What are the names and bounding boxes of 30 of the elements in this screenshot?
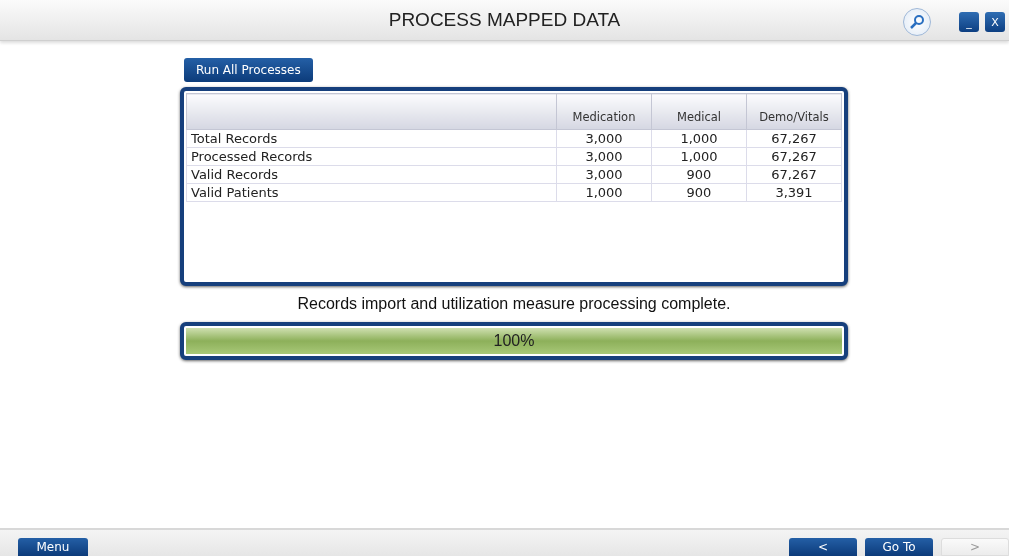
nav-button[interactable]: <	[789, 538, 857, 556]
table-cell: 67,267	[746, 165, 842, 184]
table-cell: 1,000	[651, 147, 747, 166]
status-message: Records import and utilization measure processing complete.	[296, 295, 732, 313]
row-label: Valid Records	[186, 165, 557, 184]
progress-reading: 100%	[493, 332, 535, 350]
menu-button[interactable]: Menu	[18, 538, 88, 556]
search-button[interactable]	[903, 8, 931, 36]
table-cell: 3,000	[556, 129, 652, 148]
table-cell: 1,000	[651, 129, 747, 148]
window-title: PROCESS MAPPED DATA	[388, 9, 621, 31]
minimize-button[interactable]: _	[959, 12, 979, 32]
run-all-button[interactable]: Run All Processes	[184, 58, 313, 82]
row-label: Valid Patients	[186, 183, 557, 202]
table-cell: 3,000	[556, 165, 652, 184]
table-cell: 1,000	[556, 183, 652, 202]
column-header: Medical	[651, 93, 747, 130]
close-button[interactable]: X	[985, 12, 1005, 32]
column-header: Demo/Vitals	[746, 93, 842, 130]
nav-button[interactable]: Go To	[865, 538, 933, 556]
table-cell: 67,267	[746, 147, 842, 166]
row-label: Total Records	[186, 129, 557, 148]
table-cell: 67,267	[746, 129, 842, 148]
table-cell: 3,000	[556, 147, 652, 166]
column-header: Medication	[556, 93, 652, 130]
table-cell: 900	[651, 165, 747, 184]
table-cell: 900	[651, 183, 747, 202]
row-label: Processed Records	[186, 147, 557, 166]
table-cell: 3,391	[746, 183, 842, 202]
search-icon	[909, 14, 925, 30]
